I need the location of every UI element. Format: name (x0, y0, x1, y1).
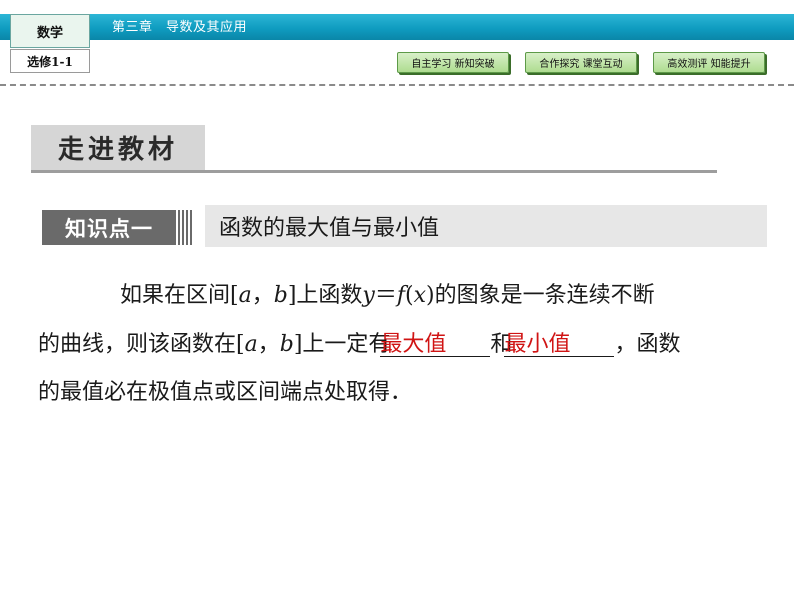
text-segment: ]上一定有 (293, 332, 391, 357)
section-divider (31, 170, 717, 173)
text-segment: 的曲线，则该函数在[ (38, 332, 245, 357)
nav-button-cooperative-exploration[interactable]: 合作探究 课堂互动 (525, 52, 637, 73)
math-var-a: a (244, 332, 258, 357)
paren-open: ( (405, 283, 414, 308)
header-divider (0, 84, 794, 86)
paragraph-line-2: 的曲线，则该函数在[a，b]上一定有 最大值和最小值 ，函数 (38, 325, 768, 365)
nav-button-self-study[interactable]: 自主学习 新知突破 (397, 52, 509, 73)
paragraph-line-1: 如果在区间[a，b]上函数y＝f(x)的图象是一条连续不断 (38, 276, 768, 316)
knowledge-point-label: 知识点一 (42, 210, 176, 245)
paragraph-line-3: 的最值必在极值点或区间端点处取得． (38, 380, 413, 405)
paren-close: ) (426, 283, 435, 308)
math-var-f: f (396, 283, 406, 308)
text-segment: 的图象是一条连续不断 (434, 283, 655, 308)
equals-sign: ＝ (374, 283, 397, 308)
module-label: 选修1-1 (10, 49, 90, 73)
answer-min-value: 最小值 (504, 332, 571, 357)
text-segment: ， (257, 332, 280, 357)
math-var-x: x (413, 283, 427, 308)
nav-button-assessment[interactable]: 高效测评 知能提升 (653, 52, 765, 73)
math-var-b: b (273, 283, 288, 308)
answer-max-value: 最大值 (380, 332, 447, 357)
section-title: 走进教材 (31, 125, 205, 170)
math-var-y: y (362, 283, 375, 308)
answer-blank-max: 最大值 (380, 325, 491, 357)
text-segment: ，函数 (614, 332, 681, 357)
text-segment: 如果在区间[ (120, 283, 239, 308)
knowledge-point-title-text: 函数的最大值与最小值 (219, 216, 440, 241)
chapter-title: 第三章 导数及其应用 (112, 20, 248, 35)
text-segment: ， (251, 283, 274, 308)
math-var-b: b (279, 332, 294, 357)
math-var-a: a (238, 283, 252, 308)
text-segment: ]上函数 (287, 283, 363, 308)
knowledge-point-title: 函数的最大值与最小值 (205, 205, 767, 247)
knowledge-point-stripes (178, 210, 194, 245)
answer-blank-min: 最小值 (504, 325, 615, 357)
subject-label: 数学 (10, 14, 90, 48)
